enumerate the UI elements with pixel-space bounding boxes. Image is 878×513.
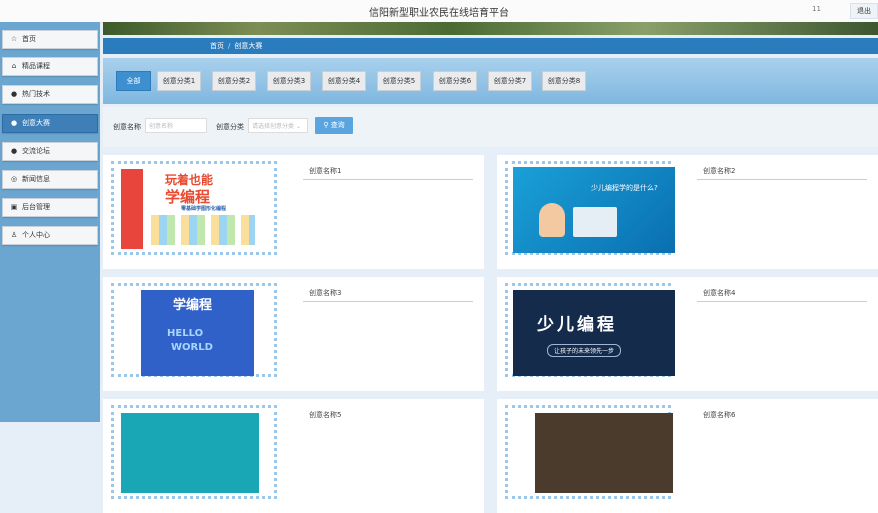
chevron-down-icon: ⌄ <box>295 123 301 130</box>
search-button[interactable]: ⚲ 查询 <box>315 117 353 134</box>
name-input[interactable]: 创意名称 <box>145 118 207 133</box>
image-caption: 零基础学图形化编程 <box>181 206 227 212</box>
image-caption: WORLD <box>171 342 213 353</box>
card-title[interactable]: 创意名称2 <box>703 166 735 176</box>
contest-card[interactable]: 玩着也能 学编程 零基础学图形化编程 创意名称1 <box>103 155 484 269</box>
divider <box>303 301 473 302</box>
card-title[interactable]: 创意名称3 <box>309 288 341 298</box>
category-tabs: 全部 创意分类1 创意分类2 创意分类3 创意分类4 创意分类5 创意分类6 创… <box>103 58 878 104</box>
sidebar-item-label: 精品课程 <box>22 62 50 70</box>
search-icon: ⚲ <box>323 121 329 129</box>
image-caption: 少儿编程学的是什么? <box>591 184 658 192</box>
dot-icon: ● <box>10 90 18 98</box>
sidebar-item-forum[interactable]: ● 交流论坛 <box>2 142 98 161</box>
category-label: 创意分类 <box>216 123 244 131</box>
sidebar-item-contest[interactable]: ● 创意大赛 <box>2 114 98 133</box>
tab-category-4[interactable]: 创意分类4 <box>322 71 366 91</box>
star-icon: ☆ <box>10 35 18 43</box>
card-image[interactable]: 少儿编程 让孩子的未来领先一步 <box>513 290 675 376</box>
news-icon: ◎ <box>10 175 18 183</box>
image-caption: 学编程 <box>165 188 211 206</box>
card-image[interactable]: 学编程 HELLO WORLD <box>141 290 254 376</box>
image-caption: 学编程 <box>173 298 213 313</box>
tab-category-3[interactable]: 创意分类3 <box>267 71 311 91</box>
card-title[interactable]: 创意名称5 <box>309 410 341 420</box>
sidebar-item-label: 首页 <box>22 35 36 43</box>
dot-icon: ● <box>10 119 18 127</box>
sidebar-item-home[interactable]: ☆ 首页 <box>2 30 98 49</box>
category-select-placeholder: 请选择创意分类 <box>252 123 295 130</box>
card-title[interactable]: 创意名称1 <box>309 166 341 176</box>
sidebar-item-tech[interactable]: ● 热门技术 <box>2 85 98 104</box>
top-bar: 信阳新型职业农民在线培育平台 11 退出 <box>0 0 878 23</box>
divider <box>303 179 473 180</box>
breadcrumb-bar: 首页 / 创意大赛 <box>103 38 878 54</box>
image-caption: 少儿编程 <box>537 315 617 335</box>
sidebar-item-label: 热门技术 <box>22 90 50 98</box>
home-icon: ⌂ <box>11 62 17 70</box>
image-caption: 让孩子的未来领先一步 <box>547 344 622 357</box>
dot-icon: ● <box>10 147 18 155</box>
tab-category-7[interactable]: 创意分类7 <box>488 71 532 91</box>
contest-card[interactable]: 少儿编程学的是什么? 创意名称2 <box>497 155 878 269</box>
logout-button[interactable]: 退出 <box>850 3 878 19</box>
page-title: 信阳新型职业农民在线培育平台 <box>369 8 509 19</box>
sidebar-item-label: 交流论坛 <box>22 147 50 155</box>
user-icon: ♙ <box>10 231 18 239</box>
tab-category-2[interactable]: 创意分类2 <box>212 71 256 91</box>
sidebar-item-label: 创意大赛 <box>22 119 50 127</box>
banner-image <box>103 22 878 35</box>
tab-all[interactable]: 全部 <box>116 71 151 91</box>
card-image[interactable]: 玩着也能 学编程 零基础学图形化编程 <box>121 169 259 249</box>
category-select[interactable]: 请选择创意分类 ⌄ <box>248 118 308 133</box>
tab-category-5[interactable]: 创意分类5 <box>377 71 421 91</box>
card-image[interactable]: 少儿编程学的是什么? <box>513 167 675 253</box>
sidebar-item-courses[interactable]: ⌂ 精品课程 <box>2 57 98 76</box>
tab-category-1[interactable]: 创意分类1 <box>157 71 201 91</box>
sidebar-item-label: 个人中心 <box>22 231 50 239</box>
name-label: 创意名称 <box>113 123 141 131</box>
sidebar: ☆ 首页 ⌂ 精品课程 ● 热门技术 ● 创意大赛 ● 交流论坛 ◎ 新闻信息 ▣ 后台管理 … <box>0 22 100 422</box>
contest-card[interactable]: 创意名称5 <box>103 399 484 513</box>
breadcrumb-separator: / <box>228 42 231 50</box>
sidebar-item-admin[interactable]: ▣ 后台管理 <box>2 198 98 217</box>
card-title[interactable]: 创意名称4 <box>703 288 735 298</box>
card-image[interactable] <box>121 413 259 493</box>
notification-count: 11 <box>812 5 821 13</box>
breadcrumb: 首页 / 创意大赛 <box>210 41 262 51</box>
card-image[interactable] <box>535 413 673 493</box>
sidebar-item-label: 新闻信息 <box>22 175 50 183</box>
admin-icon: ▣ <box>10 203 18 211</box>
tab-category-6[interactable]: 创意分类6 <box>433 71 477 91</box>
sidebar-item-profile[interactable]: ♙ 个人中心 <box>2 226 98 245</box>
search-button-label: 查询 <box>330 121 345 129</box>
image-caption: HELLO <box>167 328 204 339</box>
contest-card[interactable]: 少儿编程 让孩子的未来领先一步 创意名称4 <box>497 277 878 391</box>
breadcrumb-home[interactable]: 首页 <box>210 42 224 50</box>
tab-category-8[interactable]: 创意分类8 <box>542 71 586 91</box>
search-bar: 创意名称 创意名称 创意分类 请选择创意分类 ⌄ ⚲ 查询 <box>103 107 878 147</box>
sidebar-item-news[interactable]: ◎ 新闻信息 <box>2 170 98 189</box>
sidebar-item-label: 后台管理 <box>22 203 50 211</box>
card-title[interactable]: 创意名称6 <box>703 410 735 420</box>
divider <box>697 301 867 302</box>
contest-card[interactable]: 创意名称6 <box>497 399 878 513</box>
divider <box>697 179 867 180</box>
breadcrumb-current: 创意大赛 <box>234 42 263 50</box>
contest-card[interactable]: 学编程 HELLO WORLD 创意名称3 <box>103 277 484 391</box>
